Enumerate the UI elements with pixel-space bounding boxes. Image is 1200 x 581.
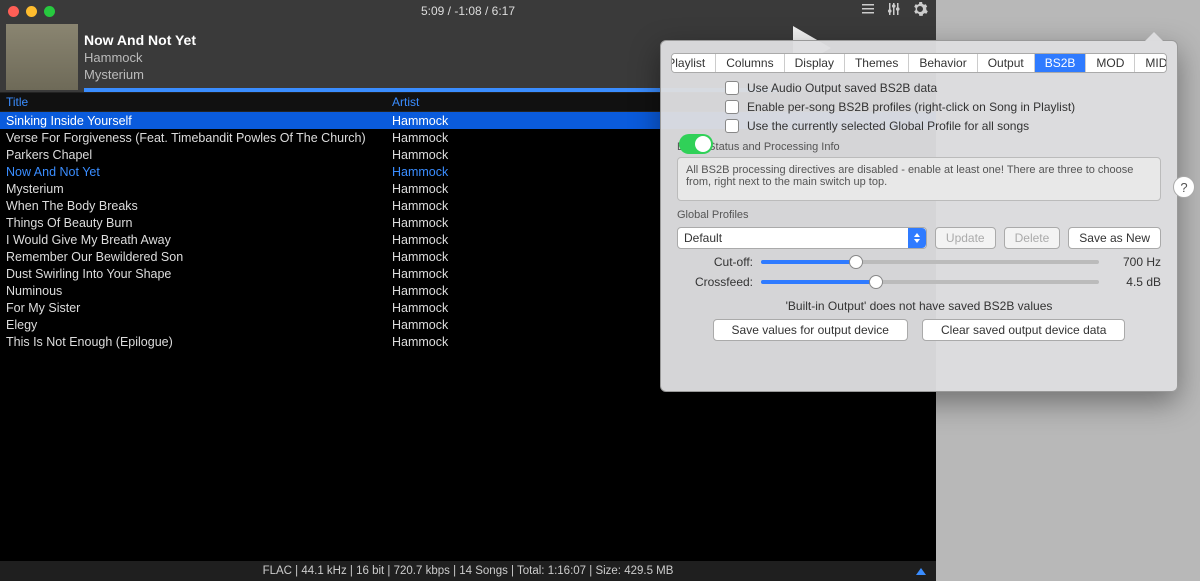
- preferences-panel: PlaylistColumnsDisplayThemesBehaviorOutp…: [660, 40, 1178, 392]
- label-use-saved: Use Audio Output saved BS2B data: [747, 81, 937, 95]
- cell-title: This Is Not Enough (Epilogue): [0, 335, 392, 349]
- window-controls: [8, 6, 55, 17]
- checkbox-use-global[interactable]: [725, 119, 739, 133]
- popover-arrow-icon: [1145, 32, 1163, 41]
- crossfeed-slider[interactable]: [761, 280, 1099, 284]
- cell-title: For My Sister: [0, 301, 392, 315]
- chevron-updown-icon: [908, 228, 926, 248]
- tab-midi[interactable]: MIDI: [1135, 54, 1167, 72]
- track-title: Now And Not Yet: [84, 32, 196, 48]
- tab-mod[interactable]: MOD: [1086, 54, 1135, 72]
- album-art[interactable]: [6, 24, 78, 90]
- minimize-icon[interactable]: [26, 6, 37, 17]
- global-profiles-label: Global Profiles: [677, 209, 1161, 221]
- crossfeed-label: Crossfeed:: [677, 275, 753, 289]
- crossfeed-value: 4.5 dB: [1107, 275, 1161, 289]
- track-artist: Hammock: [84, 50, 196, 65]
- column-title[interactable]: Title: [0, 95, 392, 109]
- cell-title: Numinous: [0, 284, 392, 298]
- checkbox-per-song[interactable]: [725, 100, 739, 114]
- device-note: 'Built-in Output' does not have saved BS…: [661, 299, 1177, 313]
- cell-title: Now And Not Yet: [0, 165, 392, 179]
- cutoff-label: Cut-off:: [677, 255, 753, 269]
- cell-title: When The Body Breaks: [0, 199, 392, 213]
- cutoff-value: 700 Hz: [1107, 255, 1161, 269]
- cell-title: Mysterium: [0, 182, 392, 196]
- update-button[interactable]: Update: [935, 227, 996, 249]
- gear-icon[interactable]: [912, 1, 928, 22]
- cell-title: Remember Our Bewildered Son: [0, 250, 392, 264]
- expand-icon[interactable]: [916, 568, 926, 575]
- cell-title: Sinking Inside Yourself: [0, 114, 392, 128]
- bs2b-master-toggle[interactable]: [679, 134, 713, 154]
- cell-title: Parkers Chapel: [0, 148, 392, 162]
- save-device-button[interactable]: Save values for output device: [713, 319, 908, 341]
- tab-columns[interactable]: Columns: [716, 54, 784, 72]
- zoom-icon[interactable]: [44, 6, 55, 17]
- list-icon[interactable]: [860, 1, 876, 22]
- clear-device-button[interactable]: Clear saved output device data: [922, 319, 1125, 341]
- status-text: FLAC | 44.1 kHz | 16 bit | 720.7 kbps | …: [263, 565, 674, 577]
- cell-title: Elegy: [0, 318, 392, 332]
- cell-title: Dust Swirling Into Your Shape: [0, 267, 392, 281]
- time-display: 5:09 / -1:08 / 6:17: [421, 4, 515, 18]
- cell-title: Things Of Beauty Burn: [0, 216, 392, 230]
- track-album: Mysterium: [84, 67, 196, 82]
- prefs-tabs: PlaylistColumnsDisplayThemesBehaviorOutp…: [671, 53, 1167, 73]
- tab-themes[interactable]: Themes: [845, 54, 909, 72]
- titlebar: 5:09 / -1:08 / 6:17: [0, 0, 936, 22]
- profile-selected: Default: [684, 231, 722, 245]
- cell-title: I Would Give My Breath Away: [0, 233, 392, 247]
- checkbox-use-saved[interactable]: [725, 81, 739, 95]
- tab-bs2b[interactable]: BS2B: [1035, 54, 1087, 72]
- cutoff-slider[interactable]: [761, 260, 1099, 264]
- label-use-global: Use the currently selected Global Profil…: [747, 119, 1029, 133]
- close-icon[interactable]: [8, 6, 19, 17]
- cell-title: Verse For Forgiveness (Feat. Timebandit …: [0, 131, 392, 145]
- label-per-song: Enable per-song BS2B profiles (right-cli…: [747, 100, 1075, 114]
- profile-select[interactable]: Default: [677, 227, 927, 249]
- delete-button[interactable]: Delete: [1004, 227, 1061, 249]
- tab-behavior[interactable]: Behavior: [909, 54, 977, 72]
- save-as-new-button[interactable]: Save as New: [1068, 227, 1161, 249]
- equalizer-icon[interactable]: [886, 1, 902, 22]
- tab-display[interactable]: Display: [785, 54, 845, 72]
- help-button[interactable]: ?: [1173, 176, 1195, 198]
- status-section-label: BS2B Status and Processing Info: [677, 141, 1161, 153]
- status-bar: FLAC | 44.1 kHz | 16 bit | 720.7 kbps | …: [0, 561, 936, 581]
- tab-output[interactable]: Output: [978, 54, 1035, 72]
- tab-playlist[interactable]: Playlist: [671, 54, 716, 72]
- status-infobox: All BS2B processing directives are disab…: [677, 157, 1161, 201]
